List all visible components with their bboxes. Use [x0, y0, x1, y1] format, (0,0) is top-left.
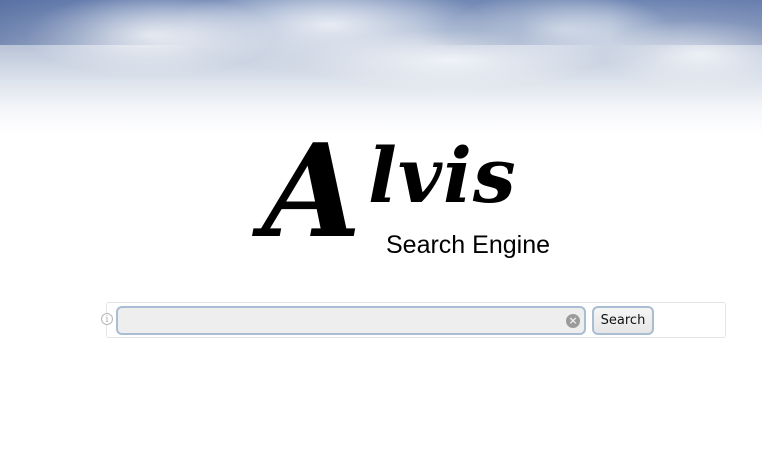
alvis-logo: A lvis Search Engine: [262, 128, 562, 270]
logo-letter-a: A: [262, 117, 362, 267]
clear-icon[interactable]: ×: [566, 314, 580, 328]
search-button[interactable]: Search: [592, 306, 654, 335]
page: A lvis Search Engine i × Search: [0, 0, 762, 471]
search-input[interactable]: [116, 306, 586, 335]
info-icon[interactable]: i: [101, 313, 113, 325]
logo-subtitle: Search Engine: [386, 231, 551, 259]
sky-banner: [0, 0, 762, 135]
logo-wordmark: lvis: [368, 131, 517, 220]
